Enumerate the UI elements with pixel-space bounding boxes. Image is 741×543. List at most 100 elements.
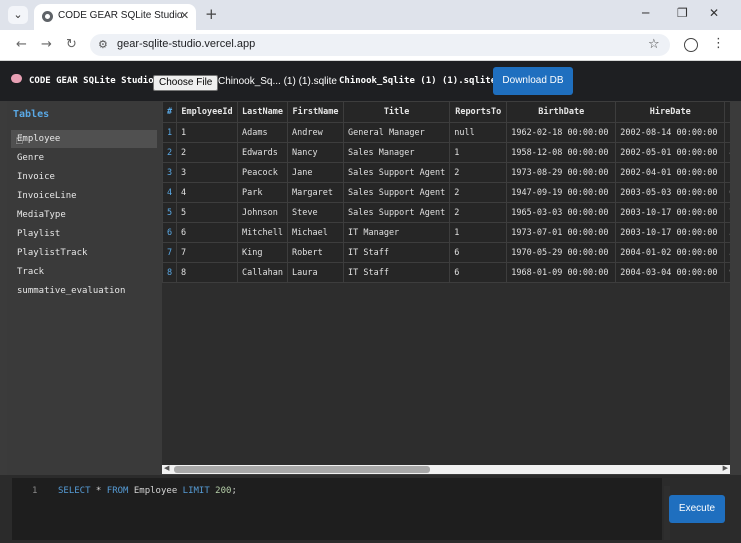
sidebar-item-table[interactable]: Playlist (11, 225, 157, 243)
execute-button[interactable]: Execute (669, 495, 725, 523)
editor-query[interactable]: SELECT * FROM Employee LIMIT 200; (58, 486, 237, 496)
sidebar-item-table[interactable]: InvoiceLine (11, 187, 157, 205)
horizontal-scrollbar[interactable]: ◀ ▶ (162, 464, 730, 474)
table-cell[interactable]: 2 (176, 142, 238, 163)
row-number[interactable]: 3 (162, 162, 177, 183)
table-cell[interactable]: 2002-05-01 00:00:00 (615, 142, 726, 163)
table-cell[interactable]: 1947-09-19 00:00:00 (506, 182, 617, 203)
tab-close-icon[interactable]: ✕ (180, 9, 189, 22)
table-cell[interactable]: 2002-08-14 00:00:00 (615, 122, 726, 143)
profile-icon[interactable] (684, 38, 698, 52)
table-cell[interactable]: null (449, 122, 508, 143)
table-row[interactable]: 1 1 Adams Andrew General Manager null 1962-02-… (162, 122, 730, 143)
download-db-button[interactable]: Download DB (493, 67, 573, 95)
row-number[interactable]: 5 (162, 202, 177, 223)
browser-menu-icon[interactable]: ⋮ (712, 36, 725, 51)
table-cell[interactable]: 1973-08-29 00:00:00 (506, 162, 617, 183)
sidebar-item-table[interactable]: Employee (11, 130, 157, 148)
table-cell[interactable]: 2004-03-04 00:00:00 (615, 262, 726, 283)
table-cell[interactable]: Sales Support Agent (342, 162, 451, 183)
scrollbar-thumb[interactable] (174, 466, 430, 473)
table-cell[interactable]: 3 (176, 162, 238, 183)
table-cell[interactable]: 1973-07-01 00:00:00 (506, 222, 617, 243)
table-cell[interactable]: 772 (724, 202, 730, 223)
sql-editor[interactable]: 1 SELECT * FROM Employee LIMIT 200; (12, 478, 670, 540)
column-header[interactable] (724, 101, 730, 123)
row-number[interactable]: 7 (162, 242, 177, 263)
table-cell[interactable]: 1965-03-03 00:00:00 (506, 202, 617, 223)
back-icon[interactable]: ← (16, 37, 27, 52)
column-header[interactable]: LastName (237, 101, 288, 123)
table-cell[interactable]: 1 (176, 122, 238, 143)
column-header[interactable]: Title (342, 101, 451, 123)
table-cell[interactable]: 2003-10-17 00:00:00 (615, 222, 726, 243)
sidebar-item-table[interactable]: summative_evaluation (11, 282, 157, 300)
table-cell[interactable]: 1968-01-09 00:00:00 (506, 262, 617, 283)
table-cell[interactable]: Sales Manager (342, 142, 451, 163)
table-cell[interactable]: 6 (176, 222, 238, 243)
table-cell[interactable]: 7 (176, 242, 238, 263)
column-header[interactable]: EmployeeId (176, 101, 238, 123)
table-cell[interactable]: Edwards (237, 142, 288, 163)
tab-search-icon[interactable]: ⌄ (8, 6, 28, 24)
table-cell[interactable]: Adams (237, 122, 288, 143)
table-cell[interactable]: Nancy (287, 142, 344, 163)
table-cell[interactable]: Andrew (287, 122, 344, 143)
table-cell[interactable]: Michael (287, 222, 344, 243)
table-cell[interactable]: Callahan (237, 262, 288, 283)
table-cell[interactable]: IT Staff (342, 262, 451, 283)
column-header[interactable]: ReportsTo (449, 101, 508, 123)
table-row[interactable]: 2 2 Edwards Nancy Sales Manager 1 1958-12-08 0… (162, 142, 730, 163)
table-cell[interactable]: 1958-12-08 00:00:00 (506, 142, 617, 163)
sidebar-item-table[interactable]: PlaylistTrack (11, 244, 157, 262)
table-cell[interactable]: Laura (287, 262, 344, 283)
table-row[interactable]: 8 8 Callahan Laura IT Staff 6 1968-01-09 00:00… (162, 262, 730, 283)
table-cell[interactable]: Mitchell (237, 222, 288, 243)
row-number[interactable]: 6 (162, 222, 177, 243)
table-row[interactable]: 6 6 Mitchell Michael IT Manager 1 1973-07-01 0… (162, 222, 730, 243)
table-row[interactable]: 5 5 Johnson Steve Sales Support Agent 2 1965-0… (162, 202, 730, 223)
table-cell[interactable]: 683 (724, 182, 730, 203)
table-cell[interactable]: Sales Support Agent (342, 182, 451, 203)
table-cell[interactable]: Peacock (237, 162, 288, 183)
choose-file-button[interactable]: Choose File (153, 75, 219, 91)
table-cell[interactable]: Sales Support Agent (342, 202, 451, 223)
table-cell[interactable]: 6 (449, 262, 508, 283)
reload-icon[interactable]: ↻ (66, 37, 77, 52)
forward-icon[interactable]: → (41, 37, 52, 52)
table-cell[interactable]: 2 (449, 162, 508, 183)
row-number[interactable]: 2 (162, 142, 177, 163)
table-cell[interactable]: 5 (176, 202, 238, 223)
browser-tab[interactable]: CODE GEAR SQLite Studio ✕ (34, 4, 196, 30)
table-row[interactable]: 3 3 Peacock Jane Sales Support Agent 2 1973-08… (162, 162, 730, 183)
url-field[interactable]: ⚙ gear-sqlite-studio.vercel.app ☆ (90, 34, 670, 56)
scroll-left-icon[interactable]: ◀ (164, 464, 169, 472)
window-close-icon[interactable]: ✕ (709, 6, 719, 20)
table-cell[interactable]: 582 (724, 222, 730, 243)
new-tab-icon[interactable]: + (205, 5, 218, 23)
table-cell[interactable]: 8 (176, 262, 238, 283)
table-cell[interactable]: 923 (724, 262, 730, 283)
table-cell[interactable]: Johnson (237, 202, 288, 223)
table-cell[interactable]: 6 (449, 242, 508, 263)
table-cell[interactable]: 825 (724, 142, 730, 163)
table-cell[interactable]: Park (237, 182, 288, 203)
row-number[interactable]: 1 (162, 122, 177, 143)
row-number[interactable]: 4 (162, 182, 177, 203)
table-row[interactable]: 7 7 King Robert IT Staff 6 1970-05-29 00:00:00… (162, 242, 730, 263)
column-header[interactable]: HireDate (615, 101, 726, 123)
table-cell[interactable]: 111 (724, 162, 730, 183)
column-header[interactable]: BirthDate (506, 101, 617, 123)
sidebar-item-table[interactable]: MediaType (11, 206, 157, 224)
site-info-icon[interactable]: ⚙ (98, 38, 108, 51)
table-cell[interactable]: Margaret (287, 182, 344, 203)
table-cell[interactable]: 2004-01-02 00:00:00 (615, 242, 726, 263)
column-header[interactable]: # (162, 101, 177, 123)
table-cell[interactable]: 2 (449, 182, 508, 203)
table-cell[interactable]: IT Manager (342, 222, 451, 243)
table-cell[interactable]: 1962-02-18 00:00:00 (506, 122, 617, 143)
table-cell[interactable]: 2 (449, 202, 508, 223)
table-cell[interactable]: King (237, 242, 288, 263)
table-row[interactable]: 4 4 Park Margaret Sales Support Agent 2 1947-0… (162, 182, 730, 203)
bookmark-star-icon[interactable]: ☆ (648, 37, 660, 52)
